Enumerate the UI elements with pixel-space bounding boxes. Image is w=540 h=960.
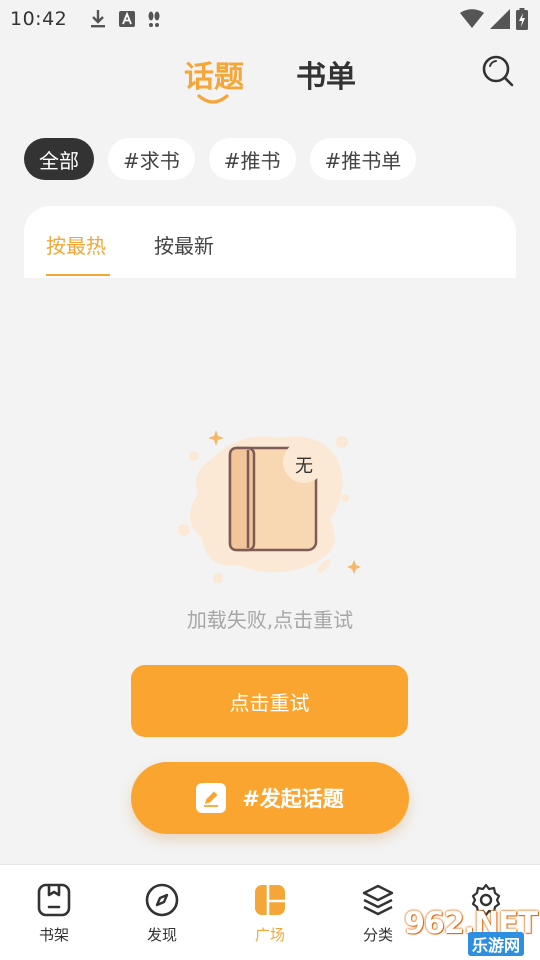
search-icon[interactable] — [481, 54, 515, 88]
nav-item-discover[interactable]: 发现 — [122, 883, 202, 945]
nav-item-bookshelf[interactable]: 书架 — [14, 883, 94, 945]
bookshelf-icon — [37, 883, 71, 917]
chip-recommend-booklist[interactable]: #推书单 — [309, 138, 417, 180]
chip-recommend-book[interactable]: #推书 — [208, 138, 296, 180]
header: 话题 书单 — [0, 40, 540, 110]
nav-label-discover: 发现 — [146, 926, 177, 944]
empty-badge-text: 无 — [295, 456, 313, 477]
battery-icon — [516, 8, 528, 30]
square-icon — [253, 883, 287, 917]
chip-request-book[interactable]: #求书 — [108, 138, 195, 180]
status-bar: 10:42 — [0, 0, 540, 38]
chip-all[interactable]: 全部 — [24, 138, 94, 180]
nav-item-square[interactable]: 广场 — [230, 883, 310, 945]
nav-label-category: 分类 — [362, 926, 393, 944]
text-a-icon — [119, 11, 136, 27]
site-watermark: 962.NET 乐游网 — [400, 906, 540, 960]
start-topic-label: #发起话题 — [242, 787, 344, 811]
sort-tab-indicator — [46, 274, 110, 276]
edit-icon — [196, 783, 227, 813]
download-icon — [89, 9, 107, 29]
status-time: 10:42 — [10, 8, 68, 30]
compass-icon — [145, 883, 179, 917]
signal-icon — [490, 9, 510, 29]
sort-tab-newest[interactable]: 按最新 — [154, 230, 214, 259]
footprint-icon — [147, 10, 161, 28]
sort-card: 按最热 按最新 — [24, 206, 516, 278]
empty-state-illustration: 无 — [170, 420, 370, 590]
sort-tab-hottest[interactable]: 按最热 — [46, 230, 106, 259]
smile-icon — [196, 90, 230, 109]
tab-booklist[interactable]: 书单 — [296, 52, 356, 96]
load-failed-message: 加载失败,点击重试 — [186, 608, 354, 632]
watermark-sub: 乐游网 — [468, 932, 525, 956]
layers-icon — [361, 883, 395, 917]
topic-filter-chips: 全部 #求书 #推书 #推书单 — [24, 138, 417, 180]
retry-button[interactable]: 点击重试 — [131, 665, 408, 737]
wifi-icon — [460, 9, 484, 29]
nav-label-square: 广场 — [254, 926, 285, 944]
nav-label-bookshelf: 书架 — [38, 926, 69, 944]
start-topic-button[interactable]: #发起话题 — [131, 762, 409, 834]
